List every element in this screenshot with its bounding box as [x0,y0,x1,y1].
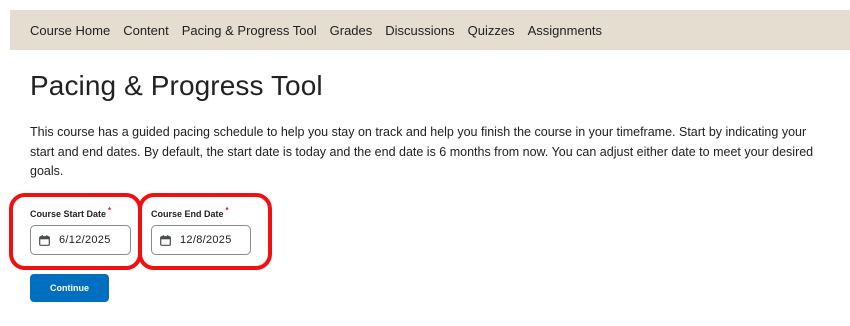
continue-button[interactable]: Continue [30,274,109,302]
required-marker: * [108,206,112,215]
nav-item-pacing-progress-tool[interactable]: Pacing & Progress Tool [182,23,317,38]
start-date-field: Course Start Date * 6/12/2025 [30,206,131,255]
start-date-input[interactable]: 6/12/2025 [30,225,131,255]
end-date-input[interactable]: 12/8/2025 [151,225,251,255]
nav-item-content[interactable]: Content [123,23,169,38]
required-marker: * [225,206,229,215]
start-date-value: 6/12/2025 [59,234,111,246]
nav-item-quizzes[interactable]: Quizzes [468,23,515,38]
course-navbar: Course Home Content Pacing & Progress To… [10,10,850,50]
nav-item-grades[interactable]: Grades [330,23,373,38]
end-date-label-text: Course End Date [151,209,224,219]
page-title: Pacing & Progress Tool [30,70,323,101]
end-date-label: Course End Date * [151,206,251,219]
calendar-icon [160,234,171,246]
calendar-icon [39,234,50,246]
end-date-field: Course End Date * 12/8/2025 [151,206,251,255]
nav-item-assignments[interactable]: Assignments [528,23,602,38]
page-description: This course has a guided pacing schedule… [30,125,814,178]
nav-item-discussions[interactable]: Discussions [385,23,454,38]
start-date-label: Course Start Date * [30,206,131,219]
start-date-label-text: Course Start Date [30,209,107,219]
end-date-value: 12/8/2025 [180,234,232,246]
nav-item-course-home[interactable]: Course Home [30,23,110,38]
